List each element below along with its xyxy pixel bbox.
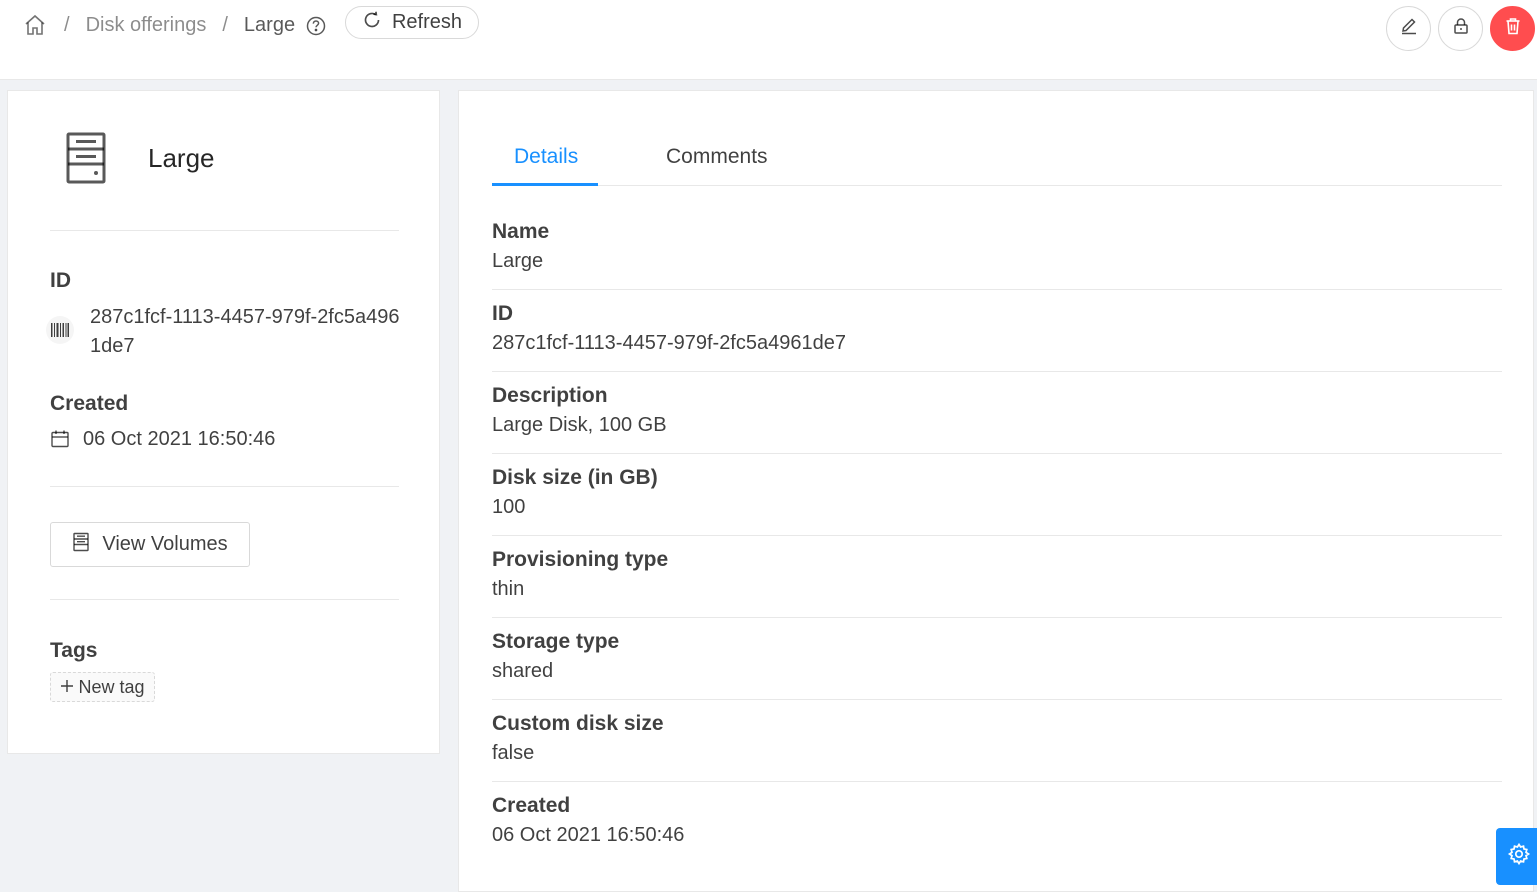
id-label: ID — [50, 269, 71, 292]
edit-button[interactable] — [1386, 6, 1431, 51]
breadcrumb-separator: / — [222, 13, 228, 36]
delete-icon — [1503, 16, 1523, 41]
new-tag-label: New tag — [78, 676, 145, 697]
detail-label: Custom disk size — [492, 712, 664, 735]
reload-icon — [362, 10, 382, 36]
hdd-icon — [64, 131, 108, 185]
tab-bar: Details Comments — [492, 139, 1502, 186]
detail-item-custom-disk-size: Custom disk size false — [492, 700, 1502, 782]
created-label: Created — [50, 392, 129, 415]
detail-item-id: ID 287c1fcf-1113-4457-979f-2fc5a4961de7 — [492, 290, 1502, 372]
calendar-icon — [50, 429, 70, 449]
detail-label: Provisioning type — [492, 548, 669, 571]
question-circle-icon[interactable] — [305, 14, 327, 36]
created-value: 06 Oct 2021 16:50:46 — [83, 428, 276, 450]
detail-value: false — [492, 742, 535, 764]
detail-label: Disk size (in GB) — [492, 466, 658, 489]
breadcrumb-current: Large — [243, 13, 296, 36]
resource-name: Large — [148, 143, 215, 173]
refresh-button[interactable]: Refresh — [345, 6, 479, 39]
barcode-icon — [46, 316, 74, 344]
lock-icon — [1451, 16, 1471, 41]
detail-value: 287c1fcf-1113-4457-979f-2fc5a4961de7 — [492, 332, 846, 354]
detail-label: Storage type — [492, 630, 620, 653]
detail-value: shared — [492, 660, 554, 682]
divider — [50, 230, 399, 231]
view-volumes-button[interactable]: View Volumes — [50, 522, 250, 567]
tags-label: Tags — [50, 639, 98, 662]
tab-comments[interactable]: Comments — [666, 145, 768, 169]
database-icon — [72, 532, 90, 558]
view-volumes-label: View Volumes — [102, 533, 228, 555]
home-icon[interactable] — [22, 12, 48, 38]
resource-info-card: Large ID 287c1fcf-1113-4457-979f-2fc5a49… — [7, 90, 440, 754]
detail-value: Large Disk, 100 GB — [492, 414, 667, 436]
id-value: 287c1fcf-1113-4457-979f-2fc5a4961de7 — [90, 306, 400, 357]
detail-item-disk-size: Disk size (in GB) 100 — [492, 454, 1502, 536]
detail-item-storage-type: Storage type shared — [492, 618, 1502, 700]
tab-details[interactable]: Details — [514, 145, 578, 169]
settings-button[interactable] — [1496, 828, 1537, 885]
details-card: Details Comments Name Large ID 287c1fcf-… — [458, 90, 1534, 892]
divider — [50, 599, 399, 600]
detail-value: thin — [492, 578, 525, 600]
detail-item-created: Created 06 Oct 2021 16:50:46 — [492, 782, 1502, 864]
detail-value: 06 Oct 2021 16:50:46 — [492, 824, 685, 846]
detail-label: ID — [492, 302, 513, 325]
new-tag-button[interactable]: New tag — [50, 672, 155, 702]
breadcrumb: / Disk offerings / Large — [22, 6, 327, 44]
active-tab-indicator — [492, 183, 598, 186]
detail-label: Name — [492, 220, 550, 243]
plus-icon — [60, 677, 74, 698]
detail-label: Description — [492, 384, 608, 407]
refresh-label: Refresh — [391, 11, 463, 33]
lock-button[interactable] — [1438, 6, 1483, 51]
detail-item-description: Description Large Disk, 100 GB — [492, 372, 1502, 454]
delete-button[interactable] — [1490, 6, 1535, 51]
detail-label: Created — [492, 794, 571, 817]
detail-value: Large — [492, 250, 544, 272]
top-bar: / Disk offerings / Large Refresh — [0, 0, 1537, 80]
edit-icon — [1399, 16, 1419, 41]
detail-item-name: Name Large — [492, 208, 1502, 290]
detail-item-provisioning-type: Provisioning type thin — [492, 536, 1502, 618]
breadcrumb-disk-offerings[interactable]: Disk offerings — [86, 14, 207, 37]
detail-value: 100 — [492, 496, 526, 518]
gear-icon — [1507, 842, 1531, 871]
breadcrumb-separator: / — [64, 13, 70, 36]
divider — [50, 486, 399, 487]
